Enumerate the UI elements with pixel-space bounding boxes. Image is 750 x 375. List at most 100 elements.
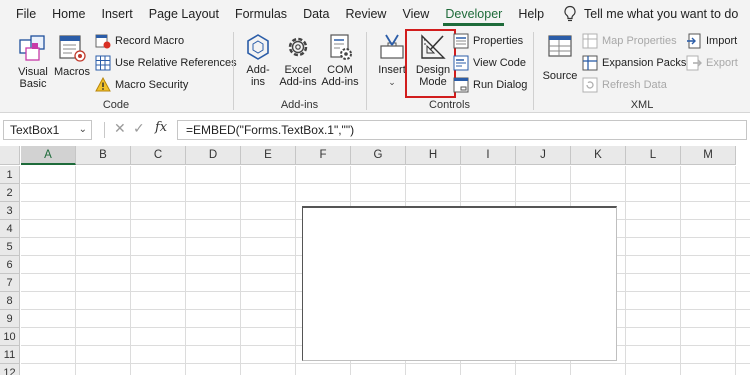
name-box-value: TextBox1 [10, 123, 60, 137]
column-header-h[interactable]: H [406, 146, 461, 165]
group-label-add-ins: Add-ins [280, 99, 319, 111]
tab-developer[interactable]: Developer [437, 0, 510, 28]
excel-add-ins-label-2: Add-ins [279, 76, 317, 88]
map-properties-icon [582, 33, 598, 49]
visual-basic-label-2: Basic [19, 78, 47, 90]
expansion-packs-label: Expansion Packs [602, 57, 687, 69]
tell-me-search[interactable]: Tell me what you want to do [562, 5, 738, 23]
name-box[interactable]: TextBox1 ⌄ [3, 120, 92, 140]
column-header-g[interactable]: G [351, 146, 406, 165]
gear-icon [288, 37, 308, 57]
group-add-ins: Add- ins Excel Add-ins COM Add-ins Add-i… [234, 28, 365, 113]
column-header-d[interactable]: D [186, 146, 241, 165]
export-icon [686, 55, 702, 71]
export-button[interactable]: Export [686, 54, 738, 72]
properties-button[interactable]: Properties [453, 32, 523, 50]
record-macro-icon [95, 34, 111, 49]
insert-function-icon[interactable]: fx [155, 120, 167, 135]
source-button[interactable]: Source [542, 32, 578, 82]
row-header-6[interactable]: 6 [0, 256, 20, 274]
run-dialog-label: Run Dialog [473, 79, 528, 91]
column-header-j[interactable]: J [516, 146, 571, 165]
visual-basic-button[interactable]: Visual Basic [13, 32, 53, 90]
properties-icon [453, 33, 469, 49]
expansion-packs-icon [582, 55, 598, 71]
macros-label: Macros [53, 66, 91, 78]
warning-icon [95, 77, 111, 92]
select-all-button[interactable] [0, 146, 20, 165]
cancel-icon[interactable]: ✕ [114, 120, 126, 137]
refresh-data-label: Refresh Data [602, 79, 667, 91]
import-icon [687, 33, 701, 49]
column-header-e[interactable]: E [241, 146, 296, 165]
ribbon-tab-bar: File Home Insert Page Layout Formulas Da… [0, 0, 750, 28]
run-dialog-button[interactable]: Run Dialog [453, 76, 527, 94]
column-header-m[interactable]: M [681, 146, 736, 165]
com-add-ins-button[interactable]: COM Add-ins [320, 32, 360, 88]
textbox-control[interactable] [302, 206, 617, 361]
row-header-9[interactable]: 9 [0, 310, 20, 328]
tab-file[interactable]: File [8, 0, 44, 28]
import-label: Import [706, 35, 738, 47]
row-header-11[interactable]: 11 [0, 346, 20, 364]
source-icon [548, 35, 572, 57]
group-label-xml: XML [630, 99, 654, 111]
refresh-data-button[interactable]: Refresh Data [582, 76, 667, 94]
group-label-controls: Controls [429, 99, 470, 111]
macro-security-button[interactable]: Macro Security [95, 76, 188, 94]
insert-controls-label: Insert [378, 64, 406, 76]
tab-data[interactable]: Data [295, 0, 337, 28]
tab-formulas[interactable]: Formulas [227, 0, 295, 28]
tab-home[interactable]: Home [44, 0, 93, 28]
formula-bar: TextBox1 ⌄ ✕ ✓ fx =EMBED("Forms.TextBox.… [0, 117, 750, 143]
use-relative-references-button[interactable]: Use Relative References [95, 54, 237, 72]
row-header-2[interactable]: 2 [0, 184, 20, 202]
formula-input[interactable]: =EMBED("Forms.TextBox.1","") [177, 120, 747, 140]
visual-basic-icon [19, 35, 45, 61]
column-header-k[interactable]: K [571, 146, 626, 165]
column-header-l[interactable]: L [626, 146, 681, 165]
map-properties-label: Map Properties [602, 35, 677, 47]
column-header-c[interactable]: C [131, 146, 186, 165]
tab-review[interactable]: Review [337, 0, 394, 28]
com-add-ins-icon [330, 34, 352, 60]
row-header-10[interactable]: 10 [0, 328, 20, 346]
column-header-b[interactable]: B [76, 146, 131, 165]
macros-icon [59, 35, 86, 62]
design-mode-highlight [405, 29, 456, 98]
chevron-down-icon[interactable]: ⌄ [79, 121, 87, 139]
record-macro-button[interactable]: Record Macro [95, 32, 184, 50]
use-relative-references-label: Use Relative References [115, 57, 237, 69]
column-header-i[interactable]: I [461, 146, 516, 165]
row-header-1[interactable]: 1 [0, 166, 20, 184]
excel-add-ins-button[interactable]: Excel Add-ins [278, 32, 318, 88]
row-header-7[interactable]: 7 [0, 274, 20, 292]
export-label: Export [706, 57, 738, 69]
row-header-3[interactable]: 3 [0, 202, 20, 220]
tab-help[interactable]: Help [510, 0, 552, 28]
column-header-f[interactable]: F [296, 146, 351, 165]
row-header-12[interactable]: 12 [0, 364, 20, 375]
add-ins-button[interactable]: Add- ins [240, 32, 276, 88]
row-header-5[interactable]: 5 [0, 238, 20, 256]
view-code-button[interactable]: View Code [453, 54, 526, 72]
group-controls: Insert ⌄ Design Mode Properties View Cod… [367, 28, 532, 113]
view-code-label: View Code [473, 57, 526, 69]
tab-insert[interactable]: Insert [94, 0, 141, 28]
column-header-a[interactable]: A [21, 146, 76, 165]
row-header-4[interactable]: 4 [0, 220, 20, 238]
group-code: Visual Basic Macros Record Macro Use Rel… [0, 28, 237, 113]
tab-page-layout[interactable]: Page Layout [141, 0, 227, 28]
group-xml: Source Map Properties Expansion Packs Re… [534, 28, 750, 113]
group-label-code: Code [102, 99, 130, 111]
tab-view[interactable]: View [394, 0, 437, 28]
map-properties-button[interactable]: Map Properties [582, 32, 677, 50]
macros-button[interactable]: Macros [53, 32, 91, 78]
insert-controls-button[interactable]: Insert ⌄ [375, 32, 409, 88]
expansion-packs-button[interactable]: Expansion Packs [582, 54, 686, 72]
row-header-8[interactable]: 8 [0, 292, 20, 310]
source-label: Source [542, 70, 578, 82]
import-button[interactable]: Import [686, 32, 737, 50]
enter-icon[interactable]: ✓ [133, 120, 145, 137]
excel-add-ins-label-1: Excel [284, 64, 312, 76]
